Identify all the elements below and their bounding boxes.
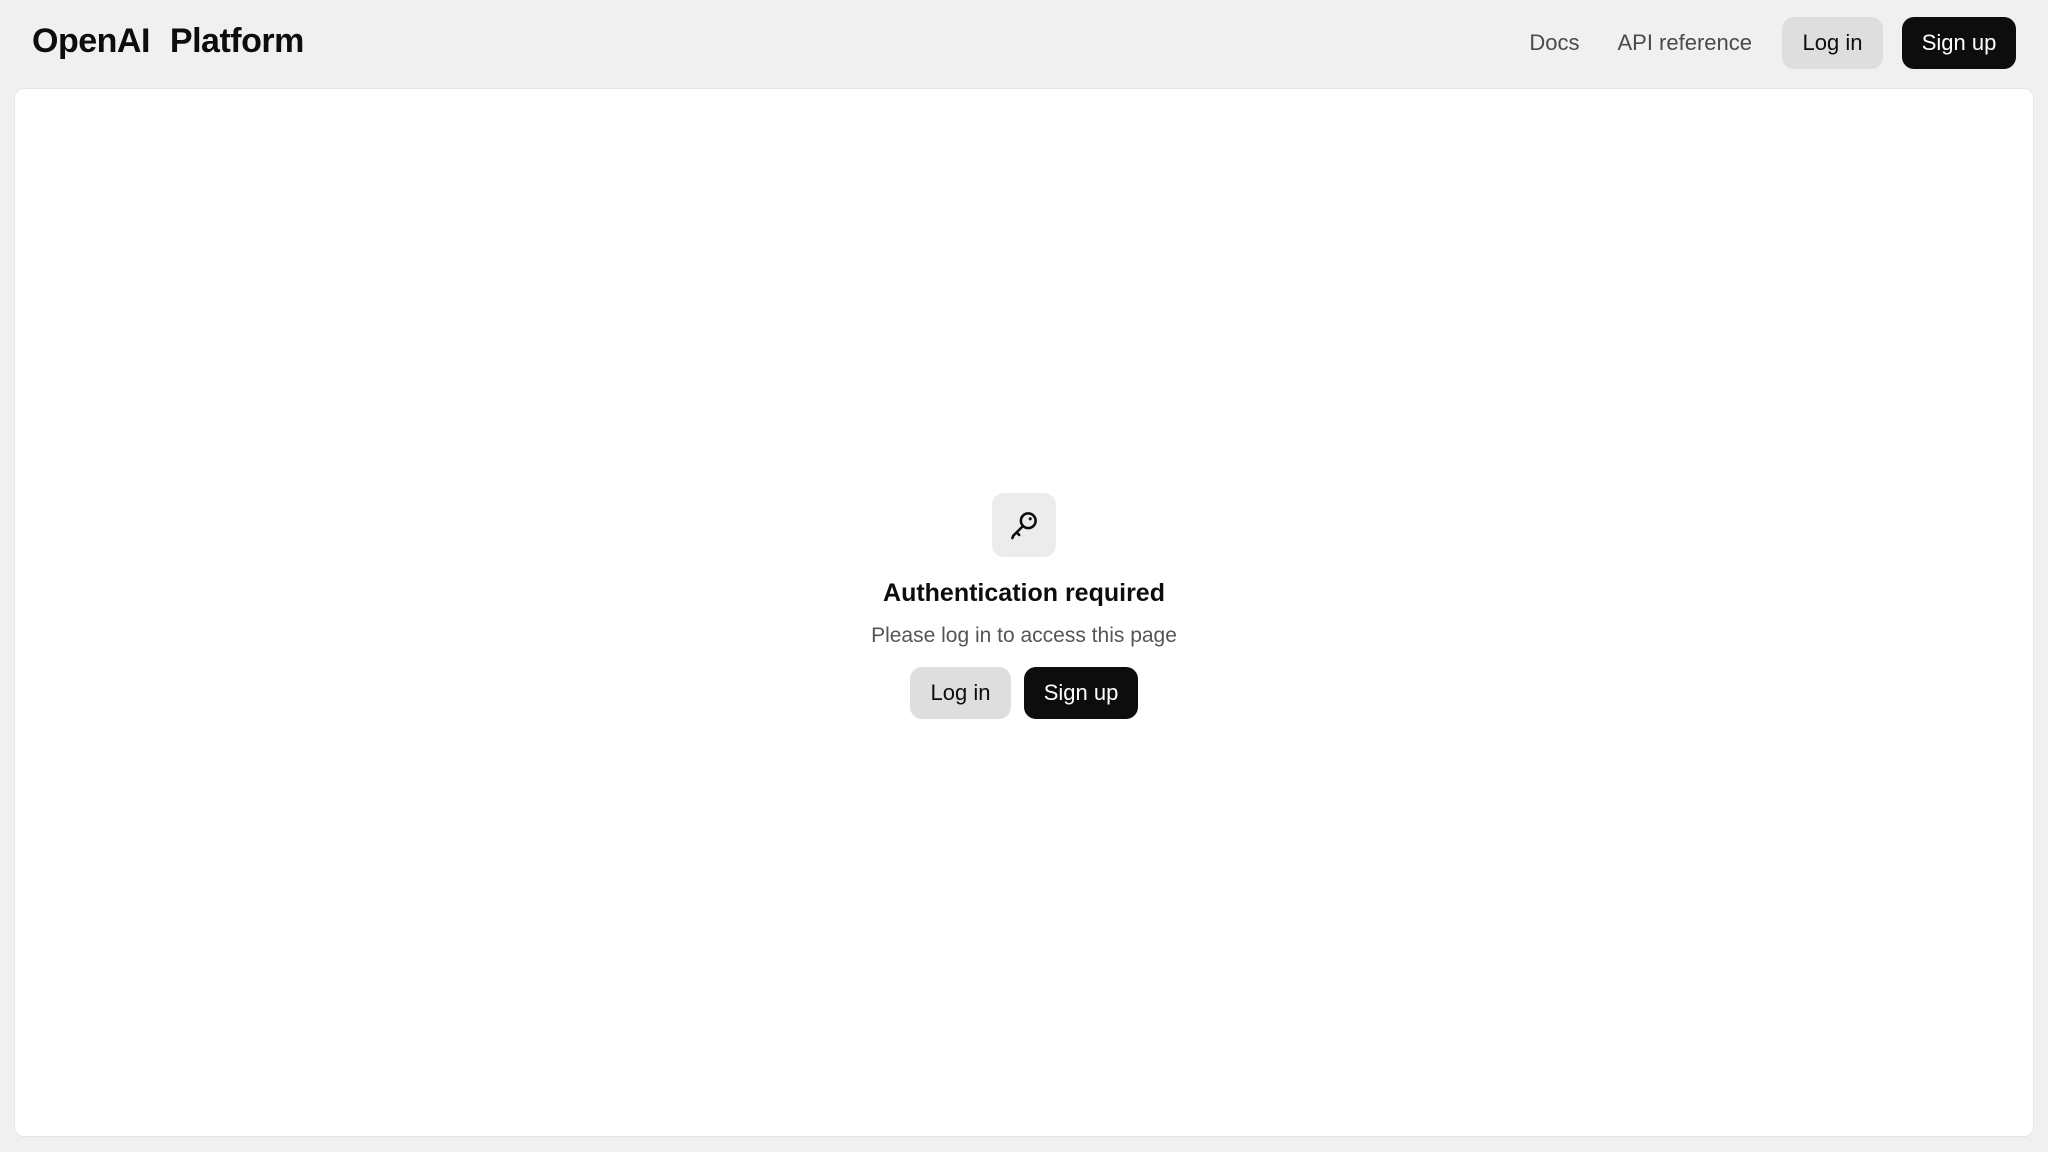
auth-required-message: Authentication required Please log in to… <box>15 493 2033 719</box>
api-reference-link[interactable]: API reference <box>1598 30 1771 56</box>
top-bar: OpenAI Platform Docs API reference Log i… <box>0 0 2048 87</box>
login-button[interactable]: Log in <box>910 667 1011 719</box>
auth-actions: Log in Sign up <box>910 667 1138 719</box>
header-signup-button[interactable]: Sign up <box>1902 17 2016 69</box>
brand-logo[interactable]: OpenAI Platform <box>32 22 304 61</box>
page-title: Authentication required <box>883 579 1165 607</box>
top-nav: Docs API reference Log in Sign up <box>1510 17 2016 69</box>
signup-button[interactable]: Sign up <box>1024 667 1138 719</box>
key-icon-container <box>992 493 1056 557</box>
key-icon <box>1011 512 1037 540</box>
brand-product: Platform <box>169 22 304 60</box>
brand-name: OpenAI <box>32 22 150 60</box>
main-panel: Authentication required Please log in to… <box>14 88 2034 1137</box>
docs-link[interactable]: Docs <box>1510 30 1598 56</box>
page-subtitle: Please log in to access this page <box>871 624 1177 647</box>
header-login-button[interactable]: Log in <box>1782 17 1883 69</box>
